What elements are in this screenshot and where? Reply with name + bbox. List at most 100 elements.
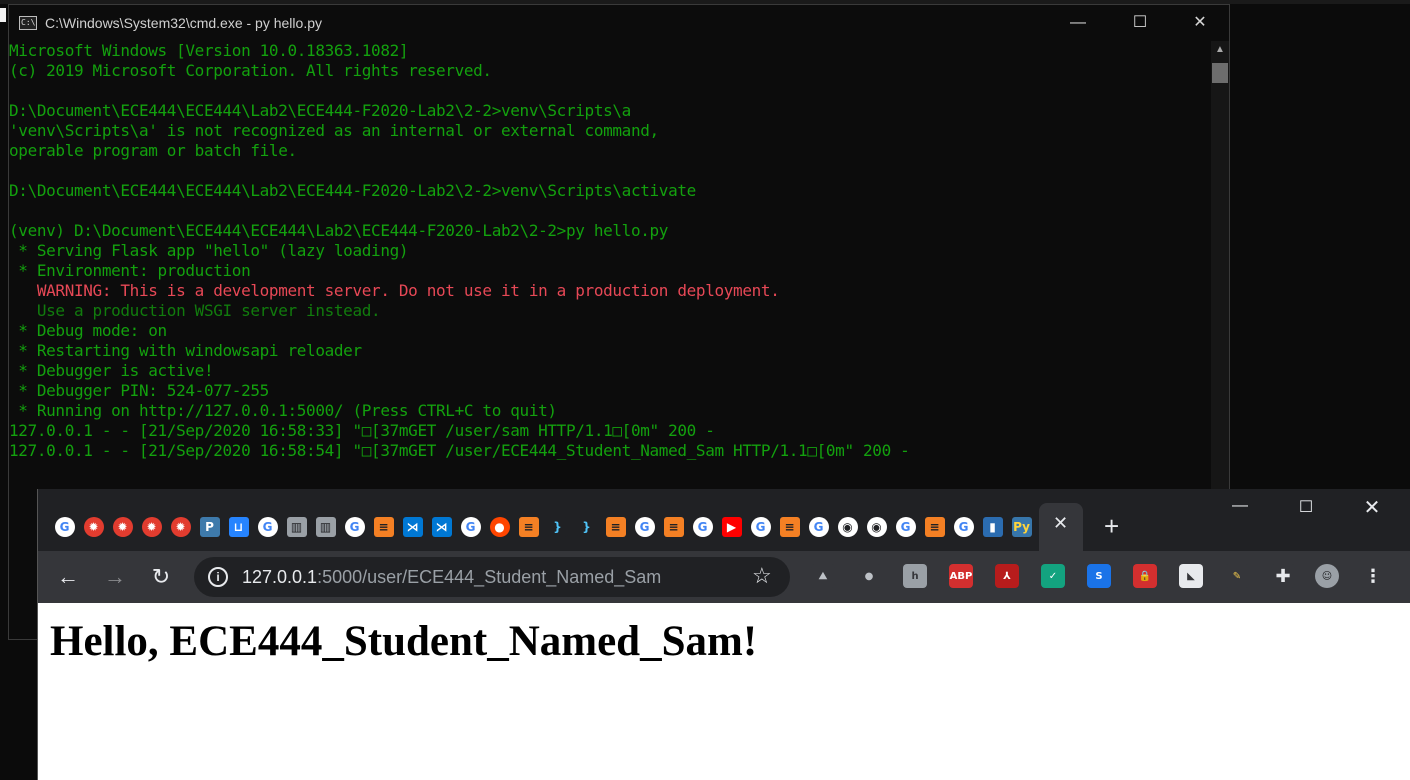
pinned-tab-google[interactable]: G [891, 513, 920, 541]
chrome-window[interactable]: G ✹ ✹ ✹ ✹ P ⊔ G ▥ ▥ G ≡ ⋊ ⋊ G ● ≡}} ≡ G ≡ G ▶ G ≡ G ◉ ◉ G ≡ G ▮ Py ✕ + … [37, 489, 1410, 780]
pinned-tab-canvas[interactable]: ✹ [79, 513, 108, 541]
cmd-maximize-button[interactable]: ☐ [1117, 5, 1163, 41]
google-icon: G [895, 517, 916, 537]
cmd-scrollbar-thumb[interactable] [1212, 63, 1228, 83]
s-extension-button[interactable]: S [1086, 563, 1112, 589]
chrome-toolbar: ← → ↻ i 127.0.0.1:5000/user/ECE444_Stude… [38, 551, 1410, 603]
json-icon: } [576, 517, 597, 537]
pinned-tab-google[interactable]: G [253, 513, 282, 541]
site-info-icon[interactable]: i [208, 567, 228, 587]
puzzle-extension-button[interactable]: ✚ [1270, 563, 1296, 589]
page-heading: Hello, ECE444_Student_Named_Sam! [50, 618, 758, 665]
pinned-tab-docs[interactable]: ▥ [282, 513, 311, 541]
pinned-tab-bitbucket[interactable]: ⊔ [224, 513, 253, 541]
speech-extension-button[interactable]: ● [856, 563, 882, 589]
bookmark-star-icon[interactable]: ☆ [752, 563, 772, 589]
pinned-tab-canvas[interactable]: ✹ [137, 513, 166, 541]
console-line: D:\Document\ECE444\ECE444\Lab2\ECE444-F2… [9, 181, 696, 200]
github-icon: ◉ [837, 517, 858, 537]
console-line: * Environment: production [9, 261, 251, 280]
pinned-tab-reddit[interactable]: ● [485, 513, 514, 541]
pinned-tab-piazza[interactable]: P [195, 513, 224, 541]
pinned-tab-vscode[interactable]: ⋊ [427, 513, 456, 541]
web-page-content: Hello, ECE444_Student_Named_Sam! [38, 603, 1410, 780]
pinned-tab-flask-docs[interactable]: ▮ [978, 513, 1007, 541]
bookmark-icon: ◣ [1179, 564, 1203, 588]
chrome-tab-bar: G ✹ ✹ ✹ ✹ P ⊔ G ▥ ▥ G ≡ ⋊ ⋊ G ● ≡}} ≡ G ≡ G ▶ G ≡ G ◉ ◉ G ≡ G ▮ Py ✕ + … [38, 489, 1410, 551]
console-line: (c) 2019 Microsoft Corporation. All righ… [9, 61, 492, 80]
pinned-tab-vscode[interactable]: ⋊ [398, 513, 427, 541]
shield-check-extension-button[interactable]: ✓ [1040, 563, 1066, 589]
bookmark-extension-button[interactable]: ◣ [1178, 563, 1204, 589]
pinned-tab-stackoverflow[interactable]: ≡ [920, 513, 949, 541]
pinned-tab-docs[interactable]: ▥ [311, 513, 340, 541]
google-icon: G [808, 517, 829, 537]
stackoverflow-icon: ≡ [663, 517, 684, 537]
s-icon: S [1087, 564, 1111, 588]
google-icon: G [692, 517, 713, 537]
forward-button[interactable]: → [101, 563, 129, 591]
pinned-tab-stackoverflow[interactable]: ≡ [775, 513, 804, 541]
pinned-tab-google[interactable]: G [688, 513, 717, 541]
pinned-tab-google[interactable]: G [50, 513, 79, 541]
pen-extension-button[interactable]: ✎ [1224, 563, 1250, 589]
address-bar[interactable]: i 127.0.0.1:5000/user/ECE444_Student_Nam… [194, 557, 790, 597]
pdf-extension-button[interactable]: ⅄ [994, 563, 1020, 589]
cmd-close-button[interactable]: ✕ [1177, 5, 1223, 41]
pinned-tab-youtube[interactable]: ▶ [717, 513, 746, 541]
console-line: * Debug mode: on [9, 321, 167, 340]
lock-shield-extension-button[interactable]: 🔒 [1132, 563, 1158, 589]
nord-extension-button[interactable]: ⛰ [810, 563, 836, 589]
back-button[interactable]: ← [54, 563, 82, 591]
console-line: WARNING: This is a development server. D… [9, 281, 780, 300]
avatar: ☺ [1315, 564, 1339, 588]
bitbucket-icon: ⊔ [228, 517, 249, 537]
pinned-tab-canvas[interactable]: ✹ [108, 513, 137, 541]
pinned-tab-google[interactable]: G [746, 513, 775, 541]
new-tab-button[interactable]: + [1104, 511, 1119, 542]
docs-icon: ▥ [286, 517, 307, 537]
chrome-maximize-button[interactable]: ☐ [1286, 497, 1326, 517]
avatar-extension-button[interactable]: ☺ [1314, 563, 1340, 589]
menu-extension-button[interactable]: ⋮ [1360, 563, 1386, 589]
pinned-tab-canvas[interactable]: ✹ [166, 513, 195, 541]
hypothesis-extension-button[interactable]: h [902, 563, 928, 589]
google-icon: G [750, 517, 771, 537]
youtube-icon: ▶ [721, 517, 742, 537]
github-icon: ◉ [866, 517, 887, 537]
pinned-tab-google[interactable]: G [340, 513, 369, 541]
console-line: Microsoft Windows [Version 10.0.18363.10… [9, 41, 409, 60]
address-url[interactable]: 127.0.0.1:5000/user/ECE444_Student_Named… [242, 567, 661, 588]
lock-shield-icon: 🔒 [1133, 564, 1157, 588]
chrome-close-button[interactable]: ✕ [1352, 495, 1392, 520]
pinned-tab-stackoverflow[interactable]: ≡ [514, 513, 543, 541]
pinned-tab-github[interactable]: ◉ [833, 513, 862, 541]
cmd-title-bar[interactable]: C:\ C:\Windows\System32\cmd.exe - py hel… [9, 5, 1229, 41]
pinned-tab-stackoverflow[interactable]: ≡ [659, 513, 688, 541]
pinned-tab-github[interactable]: ◉ [862, 513, 891, 541]
stackoverflow-icon: ≡ [924, 517, 945, 537]
google-icon: G [54, 517, 75, 537]
pinned-tab-stackoverflow[interactable]: ≡ [369, 513, 398, 541]
scroll-up-arrow-icon[interactable]: ▲ [1211, 41, 1229, 59]
abp-extension-button[interactable]: ABP [948, 563, 974, 589]
tab-close-icon[interactable]: ✕ [1053, 513, 1068, 534]
pinned-tab-google[interactable]: G [456, 513, 485, 541]
reload-button[interactable]: ↻ [147, 563, 175, 591]
json-icon: } [547, 517, 568, 537]
chrome-minimize-button[interactable]: — [1220, 497, 1260, 515]
console-line: 127.0.0.1 - - [21/Sep/2020 16:58:33] "□[… [9, 421, 715, 440]
active-tab[interactable]: ✕ [1039, 503, 1083, 551]
pinned-tab-google[interactable]: G [630, 513, 659, 541]
docs-icon: ▥ [315, 517, 336, 537]
pinned-tab-json[interactable]: } [543, 513, 572, 541]
pinned-tab-python[interactable]: Py [1007, 513, 1036, 541]
pinned-tab-google[interactable]: G [804, 513, 833, 541]
pinned-tab-google[interactable]: G [949, 513, 978, 541]
pinned-tab-json[interactable]: } [572, 513, 601, 541]
cmd-minimize-button[interactable]: — [1055, 5, 1101, 41]
pinned-tab-stackoverflow[interactable]: ≡ [601, 513, 630, 541]
